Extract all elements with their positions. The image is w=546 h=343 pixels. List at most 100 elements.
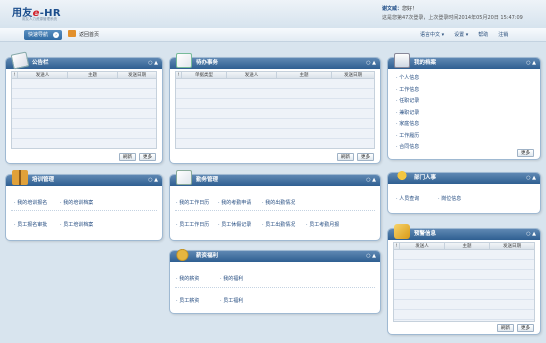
coins-icon bbox=[176, 246, 192, 261]
panel-title: 部门人事 bbox=[414, 175, 437, 181]
service-panel: 勤务管理 ○ ▲ 我的工作日历 我的考勤申请 我的出勤情况 员工工作日历 员工休… bbox=[169, 170, 381, 241]
book-icon bbox=[12, 170, 28, 185]
quick-nav-button[interactable]: 快速导航 › bbox=[24, 30, 62, 40]
list-item[interactable]: 合同信息 bbox=[396, 142, 419, 154]
greeting: 谢文威：您好！ bbox=[382, 6, 418, 12]
panel-title: 薪资福利 bbox=[196, 253, 219, 259]
salary-link[interactable]: 我的福利 bbox=[220, 275, 243, 282]
archive-list: 个人信息 工作信息 任职记录 兼职记录 家庭信息 工作履历 合同信息 bbox=[396, 73, 419, 154]
last-login-info: 这是您第47次登录，上次登录时间2014年05月20日 15:47:09 bbox=[382, 15, 523, 21]
column-header: 主题 bbox=[445, 243, 490, 249]
list-item[interactable]: 兼职记录 bbox=[396, 108, 419, 120]
notice-panel: 公告栏 ○ ▲ ! 发送人 主题 发送日期 刷新 更多 bbox=[5, 51, 163, 164]
id-card-icon bbox=[394, 53, 410, 68]
panel-controls[interactable]: ○ ▲ bbox=[148, 175, 158, 186]
todo-panel: 待办事务 ○ ▲ ! 单据类型 发送人 主题 发送日期 刷新 更多 bbox=[169, 53, 381, 164]
column-header: 发送日期 bbox=[128, 73, 146, 78]
service-link[interactable]: 我的考勤申请 bbox=[218, 199, 251, 206]
column-header: 发送人 bbox=[227, 72, 277, 78]
panel-controls[interactable]: ○ ▲ bbox=[366, 251, 376, 262]
warning-icon bbox=[394, 224, 410, 239]
panel-controls[interactable]: ○ ▲ bbox=[366, 58, 376, 69]
divider bbox=[175, 210, 375, 211]
list-item[interactable]: 家庭信息 bbox=[396, 119, 419, 131]
more-button[interactable]: 更多 bbox=[357, 153, 374, 161]
back-home-link[interactable]: 返回首页 bbox=[68, 30, 99, 40]
panel-header bbox=[388, 173, 540, 184]
refresh-button[interactable]: 刷新 bbox=[497, 324, 514, 332]
panel-controls[interactable]: ○ ▲ bbox=[526, 173, 536, 184]
service-link[interactable]: 员工考勤月报 bbox=[306, 221, 339, 228]
hr-panel: 部门人事 ○ ▲ 人员查询 岗位信息 bbox=[387, 168, 541, 214]
divider bbox=[175, 287, 375, 288]
training-link[interactable]: 员工报名审批 bbox=[14, 221, 47, 228]
panel-title: 勤务管理 bbox=[196, 177, 219, 183]
archive-panel: 我的档案 ○ ▲ 个人信息 工作信息 任职记录 兼职记录 家庭信息 工作履历 合… bbox=[387, 53, 541, 160]
training-link[interactable]: 员工培训档案 bbox=[60, 221, 93, 228]
column-header: 发送日期 bbox=[344, 73, 362, 78]
star-person-icon bbox=[394, 168, 410, 183]
logout-link[interactable]: 注销 bbox=[498, 30, 508, 40]
panel-title: 待办事务 bbox=[196, 60, 219, 66]
panel-title: 培训管理 bbox=[32, 177, 55, 183]
list-item[interactable]: 个人信息 bbox=[396, 73, 419, 85]
more-button[interactable]: 更多 bbox=[517, 324, 534, 332]
refresh-button[interactable]: 刷新 bbox=[119, 153, 136, 161]
divider bbox=[11, 210, 157, 211]
service-link[interactable]: 员工工作日历 bbox=[176, 221, 209, 228]
panel-header bbox=[6, 58, 162, 69]
table-header: ! 单据类型 发送人 主题 发送日期 bbox=[175, 71, 375, 79]
top-menu: 语言中文 ▾ 设置 ▾ 帮助 注销 bbox=[420, 30, 508, 40]
refresh-button[interactable]: 刷新 bbox=[337, 153, 354, 161]
logo-slogan: 用友人力资源管理系统 bbox=[22, 17, 57, 21]
help-link[interactable]: 帮助 bbox=[478, 30, 488, 40]
panel-controls[interactable]: ○ ▲ bbox=[148, 58, 158, 69]
service-link[interactable]: 我的工作日历 bbox=[176, 199, 209, 206]
table-header: ! 发送人 主题 发送日期 bbox=[11, 71, 157, 79]
training-link[interactable]: 我的培训报名 bbox=[14, 199, 47, 206]
more-button[interactable]: 更多 bbox=[517, 149, 534, 157]
panel-controls[interactable]: ○ ▲ bbox=[526, 58, 536, 69]
chevron-right-icon: › bbox=[53, 32, 59, 38]
training-link[interactable]: 我的培训档案 bbox=[60, 199, 93, 206]
clipboard-check-icon bbox=[176, 170, 192, 185]
more-button[interactable]: 更多 bbox=[139, 153, 156, 161]
column-header: 发送日期 bbox=[503, 244, 521, 249]
column-header: 主题 bbox=[277, 72, 332, 78]
panel-header bbox=[6, 175, 162, 186]
table-body bbox=[393, 250, 535, 322]
language-menu[interactable]: 语言中文 ▾ bbox=[420, 30, 444, 40]
service-link[interactable]: 员工出勤情况 bbox=[262, 221, 295, 228]
list-item[interactable]: 工作履历 bbox=[396, 131, 419, 143]
column-header: 发送人 bbox=[400, 243, 445, 249]
table-header: ! 发送人 主题 发送日期 bbox=[393, 242, 535, 250]
service-link[interactable]: 员工休假记录 bbox=[218, 221, 251, 228]
panel-title: 预警信息 bbox=[414, 231, 437, 237]
salary-panel: 薪资福利 ○ ▲ 我的薪资 我的福利 员工薪资 员工福利 bbox=[169, 246, 381, 314]
checklist-icon bbox=[176, 53, 192, 68]
salary-link[interactable]: 员工薪资 bbox=[176, 297, 199, 304]
home-icon bbox=[68, 30, 76, 37]
list-item[interactable]: 任职记录 bbox=[396, 96, 419, 108]
column-header: 发送人 bbox=[18, 72, 68, 78]
table-body bbox=[11, 79, 157, 149]
panel-title: 我的档案 bbox=[414, 60, 437, 66]
panel-header bbox=[388, 58, 540, 69]
alert-panel: 预警信息 ○ ▲ ! 发送人 主题 发送日期 刷新 更多 bbox=[387, 224, 541, 335]
panel-title: 公告栏 bbox=[32, 60, 49, 66]
settings-menu[interactable]: 设置 ▾ bbox=[454, 30, 468, 40]
panel-controls[interactable]: ○ ▲ bbox=[366, 175, 376, 186]
service-link[interactable]: 我的出勤情况 bbox=[262, 199, 295, 206]
salary-link[interactable]: 我的薪资 bbox=[176, 275, 199, 282]
list-item[interactable]: 工作信息 bbox=[396, 85, 419, 97]
hr-link[interactable]: 岗位信息 bbox=[438, 195, 461, 202]
panel-header bbox=[388, 229, 540, 240]
hr-link[interactable]: 人员查询 bbox=[396, 195, 419, 202]
column-header: 单据类型 bbox=[182, 72, 227, 78]
salary-link[interactable]: 员工福利 bbox=[220, 297, 243, 304]
column-header: 主题 bbox=[68, 72, 118, 78]
training-panel: 培训管理 ○ ▲ 我的培训报名 我的培训档案 员工报名审批 员工培训档案 bbox=[5, 170, 163, 241]
panel-controls[interactable]: ○ ▲ bbox=[526, 229, 536, 240]
top-header: 用友e-HR 用友人力资源管理系统 谢文威：您好！ 这是您第47次登录，上次登录… bbox=[0, 0, 546, 28]
table-body bbox=[175, 79, 375, 149]
